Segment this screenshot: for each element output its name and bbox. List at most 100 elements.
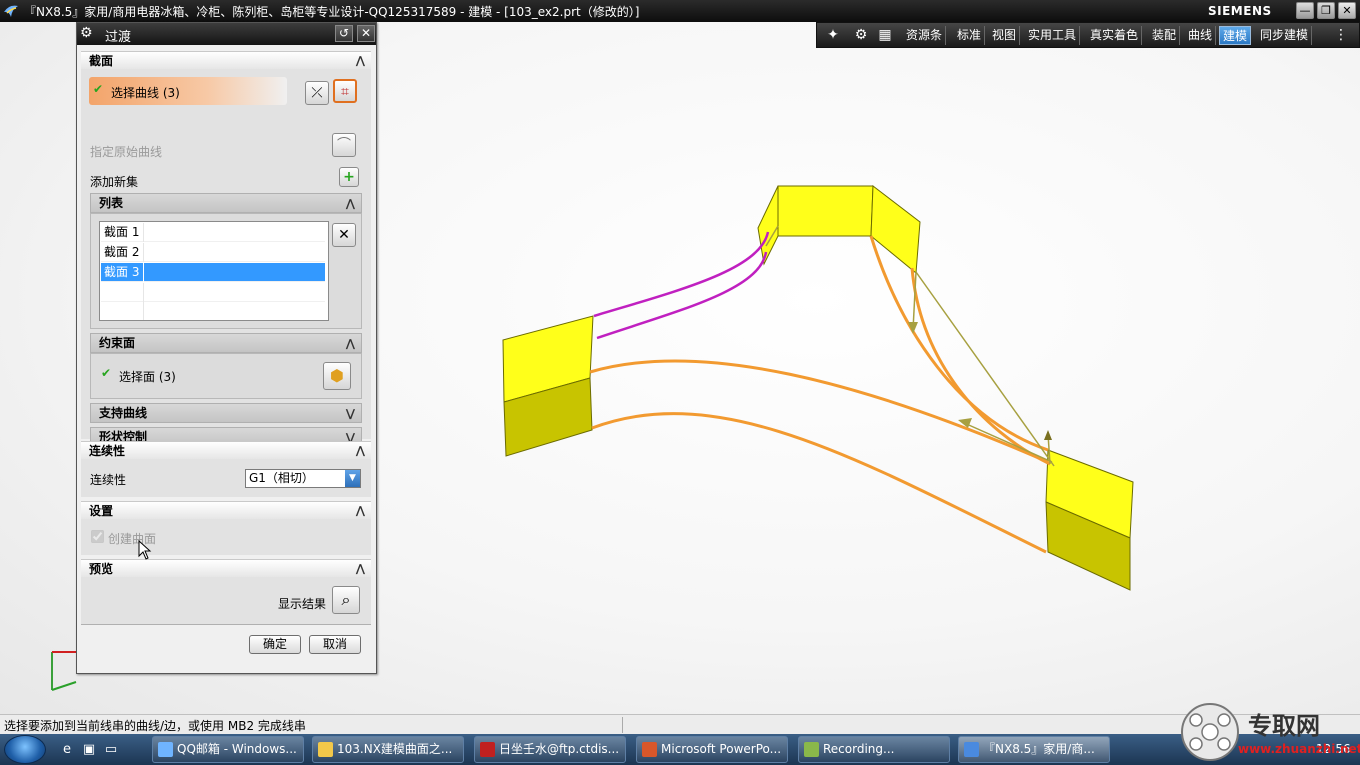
task-folder[interactable]: 103.NX建模曲面之... [312, 736, 464, 763]
support-curve-label: 支持曲线 [99, 406, 148, 420]
dialog-header: ⚙ 过渡 ↺ ✕ [77, 23, 376, 45]
toolbar-options-icon[interactable]: ⋮ [1331, 26, 1351, 44]
support-curve-header[interactable]: 支持曲线 ⋁ [90, 403, 362, 423]
vector-3 [961, 421, 1053, 463]
folder-icon [318, 742, 333, 757]
original-curve-icon[interactable]: ⌒ [332, 133, 356, 157]
select-face-cube-icon[interactable]: ⬢ [323, 362, 351, 390]
task-nx[interactable]: 『NX8.5』家用/商... [958, 736, 1110, 763]
ie-icon [158, 742, 173, 757]
grid-icon[interactable]: ▦ [875, 26, 895, 44]
list-item[interactable]: 截面 2 [101, 243, 325, 262]
section-label: 截面 [89, 54, 114, 68]
nx-app-icon [964, 742, 979, 757]
powerpoint-icon [642, 742, 657, 757]
list-item[interactable]: 截面 1 [101, 223, 325, 242]
curve-rule-icon[interactable]: ⌗ [333, 79, 357, 103]
chevron-up-icon[interactable]: ⋀ [346, 194, 355, 213]
section-list[interactable]: 截面 1 截面 2 截面 3 [99, 221, 329, 321]
add-set-icon[interactable]: + [339, 167, 359, 187]
remove-item-icon[interactable]: ✕ [332, 223, 356, 247]
nx-logo-icon[interactable]: ✦ [823, 26, 843, 44]
watermark-url: www.zhuanzhi.net [1238, 742, 1360, 756]
watermark-ball-icon [1181, 703, 1239, 761]
toolbar-item-view[interactable]: 视图 [989, 26, 1021, 45]
toolbar-item-resource-bar[interactable]: 资源条 [903, 26, 947, 45]
top-toolbar: ✦ ⚙ ▦ 资源条 标准 视图 实用工具 真实着色 装配 曲线 建模 同步建模 … [816, 22, 1360, 48]
select-curve-row[interactable]: ✔ 选择曲线 (3) [89, 77, 287, 105]
list-label: 列表 [99, 196, 124, 210]
continuity-label: 连续性 [89, 444, 126, 458]
toolbar-item-modeling[interactable]: 建模 [1219, 26, 1252, 45]
brand-label: SIEMENS [1208, 4, 1272, 18]
wcs-y-axis [51, 681, 77, 691]
continuity-value: G1（相切） [249, 471, 314, 485]
chevron-up-icon[interactable]: ⋀ [356, 442, 365, 460]
network-icon[interactable]: ▣ [80, 741, 98, 759]
chevron-up-icon[interactable]: ⋀ [346, 334, 355, 353]
section-body: ✔ 选择曲线 (3) ⤫ ⌗ 指定原始曲线 ⌒ 添加新集 + 列表 ⋀ 截面 1… [81, 69, 371, 447]
top-block-face-top [777, 185, 874, 237]
continuity-header[interactable]: 连续性 ⋀ [81, 441, 371, 459]
create-surface-checkbox[interactable] [91, 530, 104, 543]
transition-dialog: ⚙ 过渡 ↺ ✕ 截面 ⋀ ✔ 选择曲线 (3) ⤫ ⌗ 指定原始曲线 ⌒ 添加… [76, 22, 377, 674]
list-item-selected[interactable]: 截面 3 [101, 263, 325, 282]
reset-icon[interactable]: ↺ [335, 25, 353, 42]
task-ftp[interactable]: 日坐壬水@ftp.ctdis... [474, 736, 626, 763]
status-text: 选择要添加到当前线串的曲线/边，或使用 MB2 完成线串 [4, 719, 306, 733]
continuity-body: 连续性 G1（相切） ▼ [81, 459, 371, 497]
chevron-down-icon[interactable]: ▼ [345, 470, 360, 487]
show-result-label: 显示结果 [278, 597, 327, 611]
ok-button[interactable]: 确定 [249, 635, 301, 654]
toolbar-item-sync-modeling[interactable]: 同步建模 [1257, 26, 1313, 45]
watermark-text: 专取网 [1248, 711, 1320, 740]
orange-curve-3 [869, 235, 1049, 452]
preview-body: 显示结果 ⌕ [81, 577, 371, 625]
chevron-up-icon[interactable]: ⋀ [356, 560, 365, 578]
list-header[interactable]: 列表 ⋀ [90, 193, 362, 213]
task-qq-mail[interactable]: QQ邮箱 - Windows... [152, 736, 304, 763]
cancel-button[interactable]: 取消 [309, 635, 361, 654]
watermark: 专取网 www.zhuanzhi.net [1178, 700, 1360, 765]
chevron-up-icon[interactable]: ⋀ [356, 502, 365, 520]
vector-4-head [1044, 430, 1052, 440]
chevron-up-icon[interactable]: ⋀ [356, 52, 365, 70]
restore-button[interactable]: ❐ [1317, 2, 1335, 19]
chevron-down-icon[interactable]: ⋁ [346, 404, 355, 423]
dialog-gear-icon[interactable]: ⚙ [80, 25, 96, 41]
list-item-empty [101, 301, 325, 320]
mouse-cursor-icon [138, 540, 152, 560]
continuity-field-label: 连续性 [90, 473, 127, 487]
close-button[interactable]: ✕ [1338, 2, 1356, 19]
toolbar-item-assembly[interactable]: 装配 [1149, 26, 1181, 45]
start-button[interactable] [4, 735, 46, 764]
settings-header[interactable]: 设置 ⋀ [81, 501, 371, 519]
section-header[interactable]: 截面 ⋀ [81, 51, 371, 69]
dialog-title: 过渡 [105, 30, 132, 45]
settings-label: 设置 [89, 504, 114, 518]
add-new-set-label: 添加新集 [90, 175, 139, 189]
nx-app-icon [4, 5, 18, 17]
ie-icon[interactable]: e [58, 741, 76, 759]
window-title: 『NX8.5』家用/商用电器冰箱、冷柜、陈列柜、岛柜等专业设计-QQ125317… [24, 5, 640, 19]
task-recording[interactable]: Recording... [798, 736, 950, 763]
toolbar-item-true-shading[interactable]: 真实着色 [1087, 26, 1143, 45]
toolbar-item-standard[interactable]: 标准 [954, 26, 986, 45]
dialog-close-icon[interactable]: ✕ [357, 25, 375, 42]
desktop-icon[interactable]: ▭ [102, 741, 120, 759]
toolbar-item-utilities[interactable]: 实用工具 [1025, 26, 1081, 45]
task-powerpoint[interactable]: Microsoft PowerPo... [636, 736, 788, 763]
magnify-icon[interactable]: ⌕ [332, 586, 360, 614]
gear-icon[interactable]: ⚙ [851, 26, 871, 44]
taskbar: e ▣ ▭ QQ邮箱 - Windows... 103.NX建模曲面之... 日… [0, 734, 1360, 765]
toolbar-item-curve[interactable]: 曲线 [1185, 26, 1217, 45]
deselect-curve-icon[interactable]: ⤫ [305, 81, 329, 105]
top-block-face-left [757, 185, 779, 266]
filezilla-icon [480, 742, 495, 757]
specify-original-curve-label: 指定原始曲线 [90, 145, 163, 159]
magenta-curve-1 [593, 231, 770, 318]
preview-header[interactable]: 预览 ⋀ [81, 559, 371, 577]
constraint-face-header[interactable]: 约束面 ⋀ [90, 333, 362, 353]
continuity-select[interactable]: G1（相切） ▼ [245, 469, 361, 488]
minimize-button[interactable]: — [1296, 2, 1314, 19]
